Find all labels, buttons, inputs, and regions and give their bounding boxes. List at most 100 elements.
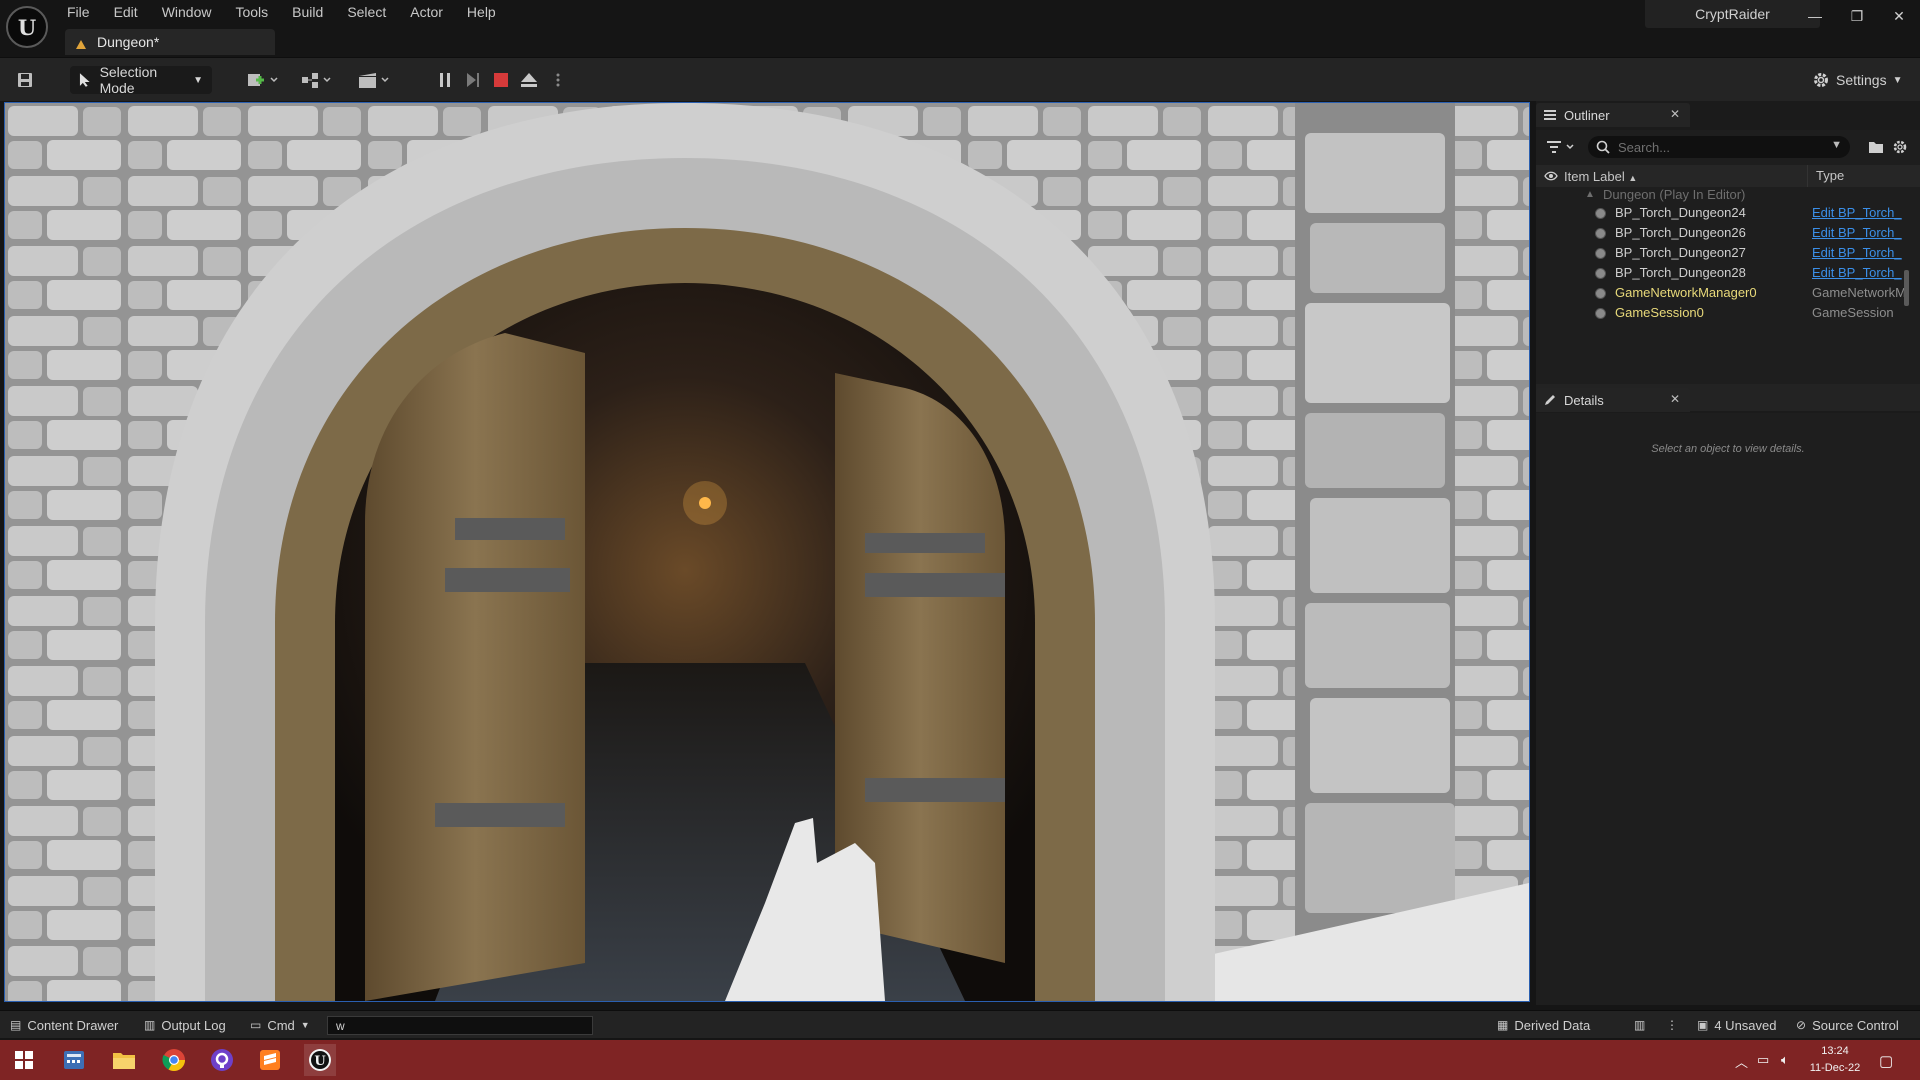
close-button[interactable]: ✕ [1878,0,1920,32]
source-control-icon: ⊘ [1796,1018,1807,1032]
calculator-app-icon[interactable] [60,1046,88,1074]
menu-help[interactable]: Help [455,2,508,22]
menu-file[interactable]: File [57,2,102,22]
outliner-tab[interactable]: Outliner ✕ [1536,103,1690,127]
edit-blueprint-link[interactable]: Edit BP_Torch_ [1812,263,1904,283]
details-tab-label: Details [1564,392,1604,408]
menu-tools[interactable]: Tools [223,2,280,22]
play-options-icon[interactable] [552,65,564,95]
actor-name: GameNetworkManager0 [1615,285,1757,300]
step-frame-icon[interactable] [462,65,484,95]
terminal-icon: ▭ [250,1018,262,1032]
outliner-row[interactable]: GameSession0 GameSession [1536,303,1920,323]
outliner-search-input[interactable]: Search... ▼ [1588,136,1850,158]
chrome-icon[interactable] [160,1046,188,1074]
status-bar: ▤ Content Drawer ▥ Output Log ▭ Cmd ▼ ▦ … [0,1010,1920,1038]
notifications-icon[interactable]: ▢ [1879,1052,1893,1070]
root-label: Dungeon (Play In Editor) [1603,187,1746,202]
title-bar: U File Edit Window Tools Build Select Ac… [0,0,1920,57]
edit-blueprint-link[interactable]: Edit BP_Torch_ [1812,203,1904,223]
console-command-input[interactable] [327,1016,593,1035]
unreal-editor-taskbar-icon[interactable]: U [304,1044,336,1076]
chevron-down-icon: ▼ [300,1020,310,1030]
menu-window[interactable]: Window [150,2,224,22]
github-desktop-icon[interactable] [208,1046,236,1074]
content-drawer-button[interactable]: ▤ Content Drawer [10,1011,118,1039]
network-icon[interactable]: ▭ [1757,1052,1769,1068]
outliner-row[interactable]: BP_Torch_Dungeon24 Edit BP_Torch_ [1536,203,1920,223]
menu-edit[interactable]: Edit [102,2,150,22]
actor-name: BP_Torch_Dungeon26 [1615,225,1746,240]
actor-icon [1595,308,1606,319]
volume-icon[interactable]: 🔈︎ [1781,1052,1789,1068]
level-viewport[interactable] [4,102,1530,1002]
visibility-eye-icon[interactable] [1544,169,1558,184]
derived-data-button[interactable]: ▦ Derived Data [1497,1011,1590,1039]
details-tab[interactable]: Details ✕ [1536,388,1690,412]
clock-date: 11-Dec-22 [1809,1062,1861,1074]
level-tab-label: Dungeon* [97,34,160,50]
filter-icon[interactable] [1546,138,1580,156]
outliner-tab-label: Outliner [1564,107,1610,123]
add-actor-icon[interactable] [243,65,283,95]
settings-label: Settings [1836,72,1887,88]
outliner-root-row[interactable]: ▲ Dungeon (Play In Editor) [1536,187,1920,203]
outliner-icon [1544,110,1556,120]
stop-icon[interactable] [490,65,512,95]
actor-icon [1595,288,1606,299]
main-toolbar: Selection Mode ▼ Settings ▼ [0,57,1920,101]
output-log-button[interactable]: ▥ Output Log [144,1011,226,1039]
type-column-header[interactable]: Type [1807,165,1844,187]
sublime-text-icon[interactable] [256,1046,284,1074]
source-control-button[interactable]: ⊘ Source Control [1796,1011,1899,1039]
menu-build[interactable]: Build [280,2,335,22]
blueprint-icon[interactable] [298,65,338,95]
menu-actor[interactable]: Actor [398,2,455,22]
outliner-panel: Search... ▼ Item Label ▲ Type ▲ Dungeon … [1536,130,1920,384]
eject-icon[interactable] [518,65,540,95]
file-explorer-icon[interactable] [110,1046,138,1074]
outliner-row[interactable]: GameNetworkManager0 GameNetworkM [1536,283,1920,303]
chevron-down-icon: ▼ [1831,139,1842,151]
cursor-icon [79,73,90,87]
chevron-down-icon: ▼ [1892,74,1903,86]
edit-blueprint-link[interactable]: Edit BP_Torch_ [1812,243,1904,263]
trace-icon[interactable]: ▥ [1634,1011,1651,1039]
selection-mode-dropdown[interactable]: Selection Mode ▼ [70,64,212,96]
actor-icon [1595,268,1606,279]
outliner-row[interactable]: BP_Torch_Dungeon28 Edit BP_Torch_ [1536,263,1920,283]
close-icon[interactable]: ✕ [1670,392,1680,406]
close-icon[interactable]: ✕ [1670,107,1680,121]
windows-start-icon[interactable] [10,1046,38,1074]
output-log-icon: ▥ [144,1018,156,1032]
unsaved-button[interactable]: ▣ 4 Unsaved [1697,1011,1777,1039]
viewport-scene [5,103,1529,1001]
outliner-row[interactable]: BP_Torch_Dungeon26 Edit BP_Torch_ [1536,223,1920,243]
show-hidden-icons-icon[interactable]: ︿ [1735,1052,1748,1071]
cinematics-icon[interactable] [355,65,395,95]
pause-icon[interactable] [434,65,456,95]
sort-ascending-icon: ▲ [1628,172,1638,183]
menu-select[interactable]: Select [335,2,398,22]
outliner-row[interactable]: BP_Torch_Dungeon27 Edit BP_Torch_ [1536,243,1920,263]
derived-data-icon: ▦ [1497,1018,1509,1032]
more-options-icon[interactable]: ⋮ [1666,1011,1684,1039]
details-hint: Select an object to view details. [1651,443,1805,455]
item-label-column[interactable]: Item Label ▲ [1564,169,1637,184]
save-icon[interactable] [12,65,38,95]
restore-button[interactable]: ❐ [1836,0,1878,32]
unreal-logo-icon[interactable]: U [6,6,48,48]
minimize-button[interactable]: — [1794,0,1836,32]
settings-button[interactable]: Settings ▼ [1812,67,1903,93]
cmd-dropdown[interactable]: ▭ Cmd ▼ [250,1011,310,1039]
edit-blueprint-link[interactable]: Edit BP_Torch_ [1812,223,1904,243]
search-placeholder: Search... [1618,139,1671,155]
search-icon [1596,140,1610,154]
level-document-tab[interactable]: Dungeon* [65,29,275,55]
outliner-scrollbar[interactable] [1904,270,1909,306]
system-clock[interactable]: 13:24 11-Dec-22 [1807,1043,1863,1077]
settings-gear-icon[interactable] [1892,139,1908,155]
actor-type: GameSession [1812,305,1894,320]
add-folder-icon[interactable] [1868,139,1884,155]
svg-text:U: U [314,1054,326,1069]
